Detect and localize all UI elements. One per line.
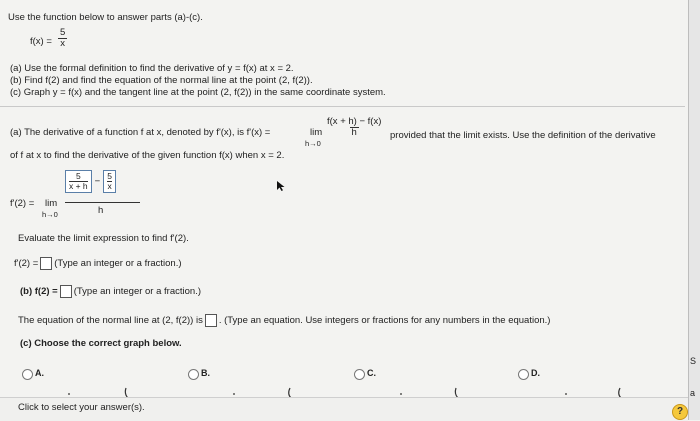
term2-numerator: 5 — [107, 171, 112, 181]
answer-b-input[interactable] — [59, 285, 72, 298]
option-d-radio[interactable] — [518, 369, 529, 380]
help-button[interactable]: ? — [672, 404, 688, 420]
option-a-radio[interactable] — [22, 369, 33, 380]
divider — [0, 106, 685, 107]
part-c-prompt: (c) Choose the correct graph below. — [20, 338, 182, 349]
term1-fraction: 5 x + h — [65, 170, 92, 193]
part-c-text: (c) Graph y = f(x) and the tangent line … — [10, 87, 386, 98]
definition-lim-sub: h→0 — [305, 139, 321, 148]
term2-fraction: 5 x — [103, 170, 116, 193]
normal-line-row: The equation of the normal line at (2, f… — [18, 314, 550, 327]
option-d-label: D. — [531, 368, 540, 378]
mouse-cursor-icon — [277, 181, 285, 191]
answer-b-hint: (Type an integer or a fraction.) — [73, 286, 201, 297]
definition-denominator: h — [349, 127, 359, 139]
part-b-text: (b) Find f(2) and find the equation of t… — [10, 75, 313, 86]
problem-intro: Use the function below to answer parts (… — [8, 12, 203, 23]
limit-lim: lim — [45, 198, 58, 209]
term1-numerator: 5 — [75, 171, 81, 181]
definition-fraction: f(x + h) − f(x) h — [325, 116, 383, 139]
option-c-radio[interactable] — [354, 369, 365, 380]
part-a-text: (a) Use the formal definition to find th… — [10, 63, 294, 74]
definition-lim: lim — [310, 127, 323, 138]
answer-a-lhs: f'(2) = — [14, 258, 39, 269]
answer-a-hint: (Type an integer or a fraction.) — [54, 258, 182, 269]
normal-line-hint: . (Type an equation. Use integers or fra… — [218, 315, 551, 326]
limit-numerator: 5 x + h − 5 x — [65, 170, 116, 193]
answer-b-row: (b) f(2) = (Type an integer or a fractio… — [20, 285, 201, 298]
function-fraction: 5 x — [58, 27, 68, 50]
definition-trail: provided that the limit exists. Use the … — [390, 130, 656, 141]
option-c-label: C. — [367, 368, 376, 378]
definition-lead: (a) The derivative of a function f at x,… — [10, 127, 271, 138]
right-edge-s: S — [690, 356, 697, 366]
limit-lhs: f'(2) = — [10, 198, 35, 209]
option-a-label: A. — [35, 368, 44, 378]
definition-numerator: f(x + h) − f(x) — [327, 116, 382, 127]
function-numerator: 5 — [60, 27, 66, 38]
term2-denominator: x — [107, 180, 112, 191]
definition-line2: of f at x to find the derivative of the … — [10, 150, 285, 161]
limit-fraction-bar — [65, 202, 140, 203]
minus-sign: − — [94, 175, 101, 187]
normal-line-lead: The equation of the normal line at (2, f… — [18, 315, 203, 326]
function-denominator: x — [58, 38, 68, 50]
limit-lim-sub: h→0 — [42, 210, 58, 219]
normal-line-input[interactable] — [204, 314, 217, 327]
right-edge-a: a — [690, 388, 696, 398]
option-b-label: B. — [201, 368, 210, 378]
function-lhs: f(x) = — [30, 36, 52, 47]
limit-outer-denominator: h — [98, 205, 104, 216]
option-b-radio[interactable] — [188, 369, 199, 380]
answer-a-row: f'(2) = (Type an integer or a fraction.) — [14, 257, 182, 270]
evaluate-text: Evaluate the limit expression to find f'… — [18, 233, 189, 244]
answer-a-input[interactable] — [40, 257, 53, 270]
term1-denominator: x + h — [69, 180, 88, 191]
footer-status: Click to select your answer(s). — [18, 402, 145, 413]
answer-b-lhs: (b) f(2) = — [20, 286, 58, 297]
